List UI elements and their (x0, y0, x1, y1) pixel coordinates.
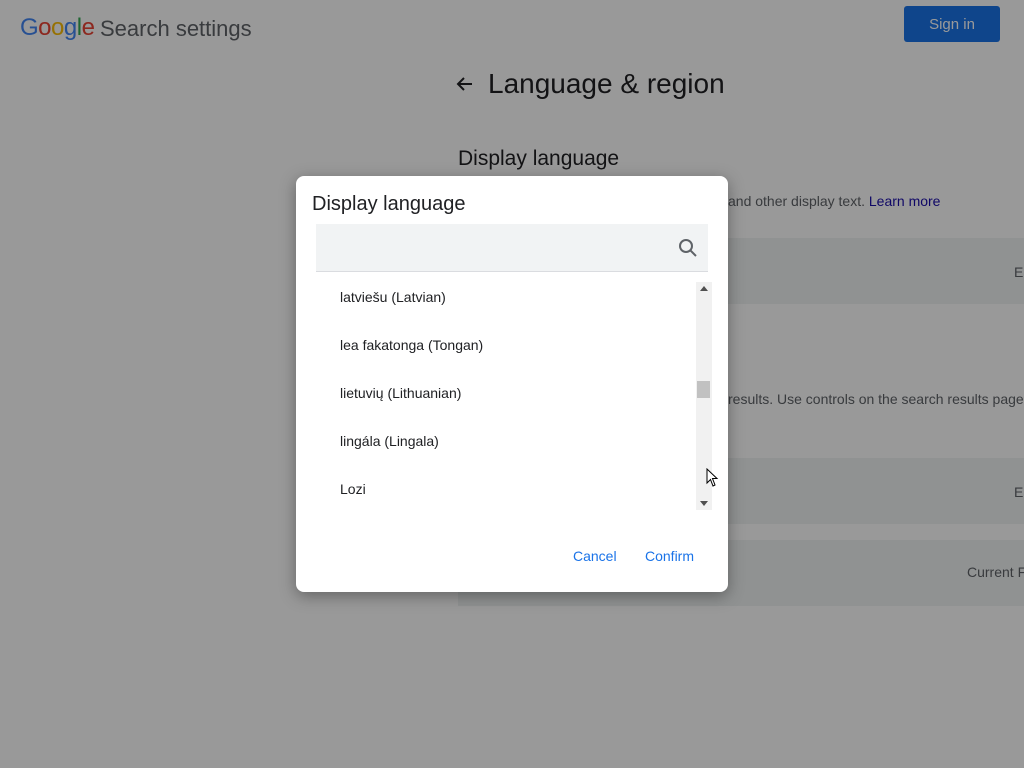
display-language-dialog: Display language latviešu (Latvian) lea … (296, 176, 728, 592)
dialog-title: Display language (312, 193, 466, 215)
language-option[interactable]: latviešu (Latvian) (340, 287, 680, 335)
search-box (316, 224, 708, 272)
scroll-down-icon[interactable] (700, 501, 708, 506)
language-option[interactable]: lietuvių (Lithuanian) (340, 383, 680, 431)
page: Google Search settings Sign in Language … (0, 0, 1024, 768)
confirm-button[interactable]: Confirm (639, 544, 700, 568)
cancel-button[interactable]: Cancel (567, 544, 623, 568)
search-icon[interactable] (678, 238, 698, 258)
language-list: latviešu (Latvian) lea fakatonga (Tongan… (316, 280, 692, 512)
language-option[interactable]: lingála (Lingala) (340, 431, 680, 479)
language-search-input[interactable] (326, 232, 670, 264)
language-option[interactable]: lea fakatonga (Tongan) (340, 335, 680, 383)
mouse-cursor-icon (706, 468, 719, 487)
scroll-thumb[interactable] (697, 381, 710, 398)
scroll-up-icon[interactable] (700, 286, 708, 291)
language-option[interactable]: Lozi (340, 479, 680, 512)
